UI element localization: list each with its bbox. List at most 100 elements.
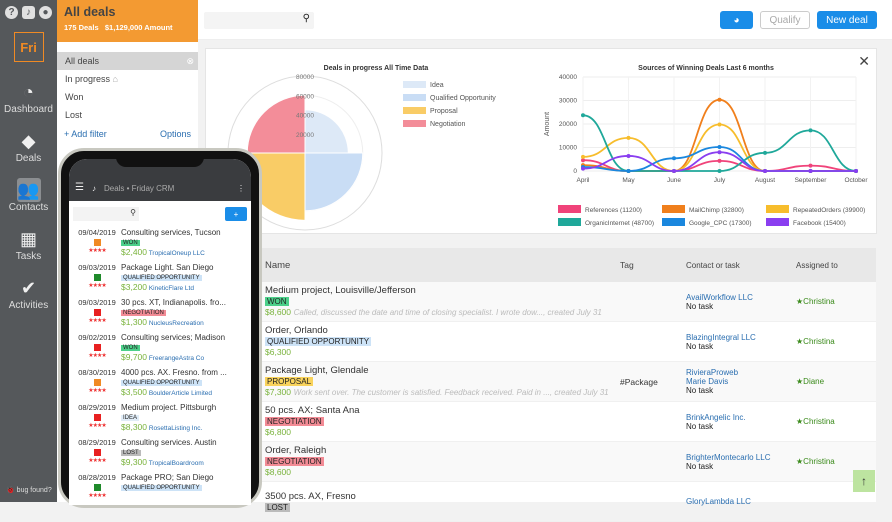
stage-badge: PROPOSAL xyxy=(265,377,314,386)
contact-link[interactable]: BrinkAngelic Inc. xyxy=(686,413,796,422)
bell-icon[interactable]: ♪ xyxy=(22,6,35,19)
col-tag[interactable]: Tag xyxy=(620,260,686,270)
filter-item-in-progress[interactable]: In progress ⌂ xyxy=(57,70,198,88)
deal-name[interactable]: Medium project, Louisville/Jefferson xyxy=(265,285,620,296)
filter-item-won[interactable]: Won xyxy=(57,88,198,106)
legend-swatch xyxy=(558,218,581,226)
polar-tick-label: 80000 xyxy=(296,74,314,81)
stage-badge: LOST xyxy=(265,502,290,512)
contact-link[interactable]: RivieraProweb xyxy=(686,368,796,377)
assigned-user[interactable]: ★Christina xyxy=(796,337,876,346)
charts-toggle-button[interactable]: ◕ xyxy=(720,11,753,29)
phone-add-button[interactable]: + xyxy=(225,207,247,221)
bug-icon: 🐞 xyxy=(6,487,15,494)
company-link[interactable]: RosettaListing Inc. xyxy=(149,425,202,432)
table-row[interactable]: 3500 pcs. AX, Fresno LOST GloryLambda LL… xyxy=(250,482,876,522)
phone-deal-item[interactable]: 08/29/2019 ★★★★ Medium project. Pittsburg… xyxy=(69,402,251,437)
user-icon[interactable]: ● xyxy=(39,6,52,19)
bell-icon[interactable]: ♪ xyxy=(92,184,96,193)
search-icon[interactable]: ⚲ xyxy=(303,13,310,24)
assigned-user[interactable]: ★Christina xyxy=(796,417,876,426)
col-contact[interactable]: Contact or task xyxy=(686,261,796,270)
company-link[interactable]: NucleusRecreation xyxy=(149,320,204,327)
phone-deal-item[interactable]: 08/29/2019 ★★★★ Consulting services. Aust… xyxy=(69,437,251,472)
search-input[interactable]: ⚲ xyxy=(204,12,314,29)
filter-item-all-deals[interactable]: All deals ⊗ xyxy=(57,52,198,70)
y-axis-label: Amount xyxy=(544,112,551,136)
more-icon[interactable]: ⋮ xyxy=(237,184,245,193)
legend-label: Negotiation xyxy=(430,121,466,128)
deal-name[interactable]: 3500 pcs. AX, Fresno xyxy=(265,491,620,502)
deal-name[interactable]: Order, Raleigh xyxy=(265,445,620,456)
assigned-user[interactable]: ★Diane xyxy=(796,377,876,386)
add-filter-link[interactable]: + Add filter xyxy=(64,129,107,139)
task-status[interactable]: No task xyxy=(686,422,796,431)
phone-mockup: ☰ ♪ Deals • Friday CRM ⋮ ⚲ + 09/04/2019 ★… xyxy=(58,148,262,508)
contact-link[interactable]: BrighterMontecarlo LLC xyxy=(686,453,796,462)
assigned-user[interactable]: ★Christina xyxy=(796,457,876,466)
sidebar-item-contacts[interactable]: 👥 Contacts xyxy=(9,178,48,213)
col-name[interactable]: Name xyxy=(250,260,620,271)
task-status[interactable]: No task xyxy=(686,462,796,471)
contact-link[interactable]: Marie Davis xyxy=(686,377,796,386)
task-status[interactable]: No task xyxy=(686,302,796,311)
stage-badge: QUALIFIED OPPORTUNITY xyxy=(121,275,202,281)
phone-deal-item[interactable]: 09/03/2019 ★★★★ Package Light. San Diego Q… xyxy=(69,262,251,297)
phone-deal-item[interactable]: 09/03/2019 ★★★★ 30 pcs. XT, Indianapolis.… xyxy=(69,297,251,332)
company-link[interactable]: KineticFlare Ltd xyxy=(149,285,194,292)
deal-name[interactable]: Package Light, Glendale xyxy=(265,365,620,376)
sidebar-item-dashboard[interactable]: ◔ Dashboard xyxy=(4,80,53,116)
filter-item-lost[interactable]: Lost xyxy=(57,106,198,124)
company-link[interactable]: TropicalOneup LLC xyxy=(149,250,205,257)
qualify-button[interactable]: Qualify xyxy=(760,11,810,29)
close-icon[interactable]: ⊗ xyxy=(186,52,194,70)
deal-amount: $6,300 xyxy=(265,347,291,357)
deal-date: 09/04/2019 xyxy=(78,228,116,237)
phone-deal-item[interactable]: 08/30/2019 ★★★★ 4000 pcs. AX. Fresno. fro… xyxy=(69,367,251,402)
menu-icon[interactable]: ☰ xyxy=(75,182,84,193)
task-status[interactable]: No task xyxy=(686,342,796,351)
phone-deal-item[interactable]: 08/28/2019 ★★★★ Package PRO; San Diego QUA… xyxy=(69,472,251,505)
search-icon: ⚲ xyxy=(130,208,136,217)
new-deal-button[interactable]: New deal xyxy=(817,11,877,29)
scroll-top-button[interactable]: ↑ xyxy=(853,470,875,492)
options-link[interactable]: Options xyxy=(160,129,191,139)
table-row[interactable]: Order, Orlando QUALIFIED OPPORTUNITY $6,… xyxy=(250,322,876,362)
sidebar-item-activities[interactable]: ✔ Activities xyxy=(9,276,48,312)
contact-link[interactable]: BlazingIntegral LLC xyxy=(686,333,796,342)
deal-name[interactable]: Order, Orlando xyxy=(265,325,620,336)
table-row[interactable]: Package Light, Glendale PROPOSAL $7,300 … xyxy=(250,362,876,402)
help-icon[interactable]: ? xyxy=(5,6,18,19)
stage-badge: QUALIFIED OPPORTUNITY xyxy=(265,337,372,346)
table-row[interactable]: Medium project, Louisville/Jefferson WON… xyxy=(250,282,876,322)
sidebar-item-tasks[interactable]: ▦ Tasks xyxy=(16,227,42,263)
close-charts-icon[interactable]: ✕ xyxy=(858,53,870,70)
filter-title: All deals xyxy=(64,5,116,19)
col-assigned[interactable]: Assigned to xyxy=(796,261,876,270)
data-point xyxy=(626,153,631,158)
task-status[interactable]: No task xyxy=(686,386,796,395)
deal-date: 09/03/2019 xyxy=(78,263,116,272)
x-tick-label: October xyxy=(844,177,868,184)
priority-indicator xyxy=(93,379,101,386)
phone-deal-item[interactable]: 09/02/2019 ★★★★ Consulting services; Madi… xyxy=(69,332,251,367)
deal-tag[interactable]: #Package xyxy=(620,377,686,387)
company-link[interactable]: FreerangeAstra Co xyxy=(149,355,204,362)
table-row[interactable]: Order, Raleigh NEGOTIATION $8,600 Bright… xyxy=(250,442,876,482)
rating-stars: ★★★★ xyxy=(88,248,106,254)
phone-deal-item[interactable]: 09/04/2019 ★★★★ Consulting services, Tucs… xyxy=(69,227,251,262)
contact-link[interactable]: AvailWorkflow LLC xyxy=(686,293,796,302)
assigned-user[interactable]: ★Christina xyxy=(796,297,876,306)
phone-search-input[interactable]: ⚲ xyxy=(73,207,139,221)
bug-report-link[interactable]: 🐞 bug found? xyxy=(6,486,52,494)
data-point xyxy=(763,169,767,173)
sidebar-item-deals[interactable]: ◆ Deals xyxy=(16,129,42,165)
company-link[interactable]: BoulderArticle Limited xyxy=(149,390,212,397)
pie-chart-icon: ◕ xyxy=(733,14,740,26)
table-row[interactable]: 50 pcs. AX; Santa Ana NEGOTIATION $6,800… xyxy=(250,402,876,442)
logo[interactable]: Fri xyxy=(13,32,44,62)
deal-name[interactable]: 50 pcs. AX; Santa Ana xyxy=(265,405,620,416)
company-link[interactable]: TropicalBoardroom xyxy=(149,460,204,467)
data-point xyxy=(581,166,585,171)
polar-tick-label: 20000 xyxy=(296,132,314,139)
